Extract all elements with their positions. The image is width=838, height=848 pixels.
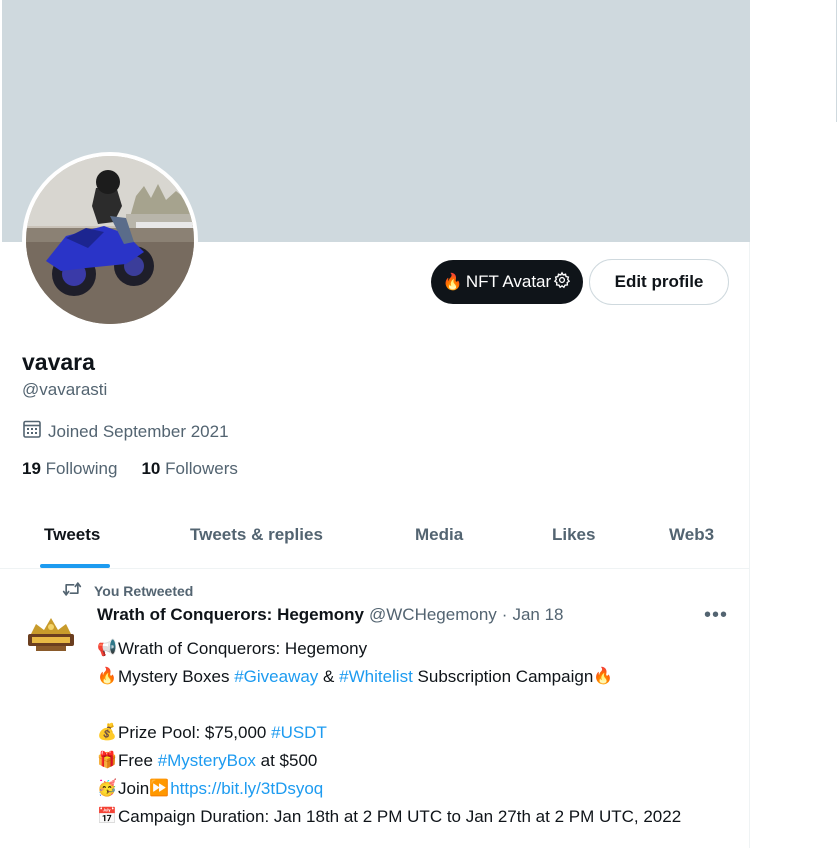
- nft-avatar-label: NFT Avatar: [465, 272, 552, 291]
- profile-tabs: Tweets Tweets & replies Media Likes Web3: [0, 502, 750, 569]
- joined-text: Joined September 2021: [48, 421, 229, 441]
- retweet-icon: [62, 580, 82, 601]
- avatar[interactable]: [26, 156, 194, 324]
- retweet-label: You Retweeted: [94, 582, 194, 599]
- hashtag-link[interactable]: #USDT: [271, 719, 327, 747]
- hashtag-link[interactable]: #MysteryBox: [158, 747, 256, 775]
- following-link[interactable]: 19 Following: [22, 459, 117, 479]
- edit-profile-button[interactable]: Edit profile: [589, 259, 729, 305]
- fire-icon: 🔥: [442, 274, 463, 291]
- retweet-context: You Retweeted: [62, 580, 193, 601]
- joined-date-row: Joined September 2021: [22, 419, 229, 444]
- gear-icon: [553, 271, 571, 294]
- tweet-author-name[interactable]: Wrath of Conquerors: Hegemony: [97, 605, 364, 625]
- calendar-icon: 📅: [97, 808, 117, 825]
- money-bag-icon: 💰: [97, 724, 117, 741]
- face-icon: 🥳: [97, 780, 117, 797]
- tweet-line-text: at $500: [255, 751, 318, 770]
- tweet-date[interactable]: Jan 18: [512, 605, 563, 625]
- profile-handle: @vavarasti: [22, 380, 108, 399]
- tweet-line: 🔥 Mystery Boxes #Giveaway & #Whitelist S…: [97, 663, 737, 691]
- tab-media[interactable]: Media: [415, 502, 463, 568]
- tweet-line-text: Wrath of Conquerors: Hegemony: [118, 639, 368, 658]
- more-options-icon[interactable]: •••: [704, 604, 728, 627]
- tweet-separator: ·: [501, 605, 508, 624]
- tweet-line-text: Campaign Duration: Jan 18th at 2 PM UTC …: [118, 807, 682, 826]
- nft-avatar-button[interactable]: 🔥 NFT Avatar: [431, 260, 583, 304]
- calendar-icon: [22, 419, 42, 444]
- tab-web3[interactable]: Web3: [669, 502, 714, 568]
- tweet-line-text: Subscription Campaign: [412, 667, 594, 686]
- tweet-line: 📢 Wrath of Conquerors: Hegemony: [97, 635, 737, 663]
- tweet-line: 💰 Prize Pool: $75,000 #USDT: [97, 719, 737, 747]
- hashtag-link[interactable]: #Giveaway: [234, 663, 318, 691]
- right-sidebar-edge: [750, 0, 838, 848]
- tweet-line-text: Prize Pool: $75,000: [118, 723, 272, 742]
- profile-avatar-frame[interactable]: [22, 152, 198, 328]
- following-label: Following: [45, 459, 118, 478]
- hashtag-link[interactable]: #Whitelist: [339, 663, 413, 691]
- tab-tweets-replies[interactable]: Tweets & replies: [190, 502, 323, 568]
- url-link[interactable]: https://bit.ly/3tDsyoq: [170, 775, 323, 803]
- followers-label: Followers: [165, 459, 238, 478]
- tab-likes[interactable]: Likes: [552, 502, 595, 568]
- tweet-line-text: Free: [118, 751, 158, 770]
- tweet-line-text: Join: [118, 779, 150, 798]
- follow-stats: 19 Following 10 Followers: [22, 459, 238, 479]
- display-name: vavara: [22, 349, 95, 375]
- tweet-line: 📅 Campaign Duration: Jan 18th at 2 PM UT…: [97, 803, 737, 831]
- fast-forward-icon: ⏩: [149, 780, 170, 797]
- followers-count: 10: [141, 459, 161, 478]
- tab-tweets[interactable]: Tweets: [44, 502, 100, 568]
- tweet-author-handle[interactable]: @WCHegemony: [369, 605, 497, 625]
- sidebar-divider: [836, 0, 837, 122]
- megaphone-icon: 📢: [97, 640, 117, 657]
- gift-icon: 🎁: [97, 752, 117, 769]
- fire-icon: 🔥: [593, 668, 614, 685]
- followers-link[interactable]: 10 Followers: [141, 459, 237, 479]
- tweet-author-avatar[interactable]: [22, 608, 80, 666]
- fire-icon: 🔥: [97, 668, 117, 685]
- profile-column: 🔥 NFT Avatar Edit profile vavara @vavara…: [0, 0, 750, 848]
- tweet-line: 🥳 Join ⏩ https://bit.ly/3tDsyoq: [97, 775, 737, 803]
- following-count: 19: [22, 459, 41, 478]
- tweet-line-text: Mystery Boxes: [118, 667, 235, 686]
- tweet-line: 🎁 Free #MysteryBox at $500: [97, 747, 737, 775]
- active-tab-indicator: [40, 564, 110, 568]
- tweet-header: Wrath of Conquerors: Hegemony @WCHegemon…: [97, 605, 564, 625]
- tweet-line-text: &: [318, 667, 340, 686]
- tweet-text: 📢 Wrath of Conquerors: Hegemony 🔥 Myster…: [97, 635, 737, 831]
